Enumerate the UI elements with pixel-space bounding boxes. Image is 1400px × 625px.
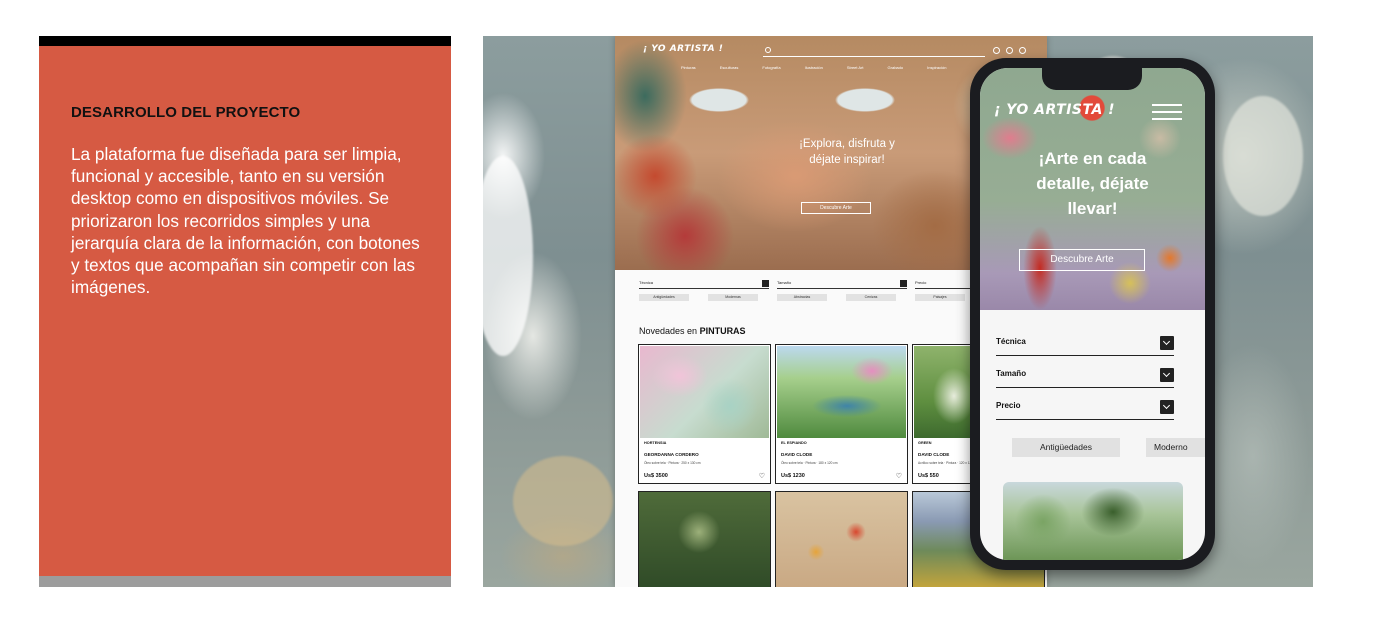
mobile-chip[interactable]: Moderno	[1146, 438, 1205, 457]
desktop-hero-headline: ¡Explora, disfruta y déjate inspirar!	[799, 138, 895, 166]
artwork-title: HORTENSIA	[644, 441, 667, 445]
section-body: La plataforma fue diseñada para ser limp…	[71, 144, 420, 298]
chevron-down-icon	[762, 280, 769, 287]
chevron-down-icon	[900, 280, 907, 287]
section-prefix: Novedades en	[639, 326, 698, 336]
mobile-filter-tamano[interactable]: Tamaño	[996, 358, 1174, 388]
artwork-artist: DAVID CLODE	[918, 452, 950, 457]
panel-divider	[39, 576, 451, 587]
section-heading: DESARROLLO DEL PROYECTO	[71, 104, 301, 121]
nav-item[interactable]: Grabado	[888, 65, 904, 70]
desktop-header-icons	[993, 47, 1026, 54]
desktop-search-input[interactable]	[763, 46, 985, 57]
mockup-showcase: ¡ YO ARTISTA ! Pinturas Esculturas Fotog…	[483, 36, 1313, 587]
artwork-card[interactable]: HORTENSIA GEORDANNA CORDERO Óleo sobre t…	[638, 344, 771, 484]
mobile-device-frame: ¡ YO ARTISTA ! ¡Arte en cada detalle, dé…	[970, 58, 1215, 570]
paint-stroke	[513, 456, 613, 546]
mobile-hero-headline: ¡Arte en cada detalle, déjate llevar!	[1036, 149, 1149, 218]
desktop-logo[interactable]: ¡ YO ARTISTA !	[643, 44, 723, 54]
artwork-artist: GEORDANNA CORDERO	[644, 452, 699, 457]
artwork-card[interactable]: EL ESPIANDO DAVID CLODE Óleo sobre tela …	[775, 344, 908, 484]
nav-item[interactable]: Esculturas	[720, 65, 739, 70]
mobile-screen: ¡ YO ARTISTA ! ¡Arte en cada detalle, dé…	[980, 68, 1205, 560]
filter-label: Técnica	[639, 280, 654, 285]
section-category: PINTURAS	[699, 326, 746, 336]
artwork-title: EL ESPIANDO	[781, 441, 807, 445]
filter-label: Tamaño	[996, 369, 1027, 378]
mobile-discover-button[interactable]: Descubre Arte	[1019, 249, 1145, 271]
artwork-title: GREEN	[918, 441, 932, 445]
mobile-artwork-image[interactable]	[1003, 482, 1183, 560]
artwork-image	[640, 346, 769, 438]
filter-tamano[interactable]: Tamaño	[777, 280, 907, 289]
chevron-down-icon	[1160, 336, 1174, 350]
artwork-card[interactable]	[638, 491, 771, 587]
nav-item[interactable]: Ilustración	[805, 65, 823, 70]
filter-label: Técnica	[996, 337, 1026, 346]
chip[interactable]: Antigüedades	[639, 294, 689, 301]
nav-item[interactable]: Pinturas	[681, 65, 696, 70]
artwork-price: Us$ 3500	[644, 473, 668, 479]
phone-notch	[1042, 68, 1142, 90]
nav-item[interactable]: Street Art	[847, 65, 864, 70]
chevron-down-icon	[1160, 368, 1174, 382]
heart-icon[interactable]: ♡	[896, 473, 902, 480]
filter-label: Tamaño	[777, 280, 792, 285]
mobile-filter-precio[interactable]: Precio	[996, 390, 1174, 420]
mobile-filter-tecnica[interactable]: Técnica	[996, 326, 1174, 356]
artwork-image	[777, 346, 906, 438]
paint-stroke	[1223, 96, 1303, 216]
cart-icon[interactable]	[1006, 47, 1013, 54]
user-icon[interactable]	[1019, 47, 1026, 54]
paint-stroke	[483, 156, 533, 356]
filter-label: Precio	[996, 401, 1021, 410]
mobile-hero: ¡ YO ARTISTA ! ¡Arte en cada detalle, dé…	[980, 68, 1205, 310]
mobile-chip[interactable]: Antigüedades	[1012, 438, 1120, 457]
artwork-meta: Óleo sobre tela · Pintura · 250 x 130 cm	[644, 461, 701, 465]
filter-label: Precio	[915, 280, 927, 285]
chip[interactable]: Cenizas	[846, 294, 896, 301]
nav-item[interactable]: Fotografía	[762, 65, 780, 70]
desktop-discover-button[interactable]: Descubre Arte	[801, 202, 871, 214]
artwork-meta: Óleo sobre tela · Pintura · 180 x 120 cm	[781, 461, 838, 465]
search-icon	[765, 47, 771, 53]
chip[interactable]: Paisajes	[915, 294, 965, 301]
filter-tecnica[interactable]: Técnica	[639, 280, 769, 289]
description-panel: DESARROLLO DEL PROYECTO La plataforma fu…	[39, 46, 451, 576]
heart-icon[interactable]	[993, 47, 1000, 54]
chip[interactable]: Modernas	[708, 294, 758, 301]
artwork-card[interactable]	[775, 491, 908, 587]
artwork-price: Us$ 1230	[781, 473, 805, 479]
section-title: Novedades en PINTURAS	[639, 326, 746, 336]
artwork-artist: DAVID CLODE	[781, 452, 813, 457]
hamburger-menu-icon[interactable]	[1152, 104, 1182, 125]
mobile-logo[interactable]: ¡ YO ARTISTA !	[994, 102, 1115, 118]
nav-item[interactable]: Inspiración	[927, 65, 946, 70]
heart-icon[interactable]: ♡	[759, 473, 765, 480]
chevron-down-icon	[1160, 400, 1174, 414]
project-description-card: DESARROLLO DEL PROYECTO La plataforma fu…	[39, 36, 451, 587]
artwork-price: Us$ 550	[918, 473, 939, 479]
desktop-nav: Pinturas Esculturas Fotografía Ilustraci…	[681, 65, 946, 70]
chip[interactable]: Abstractas	[777, 294, 827, 301]
